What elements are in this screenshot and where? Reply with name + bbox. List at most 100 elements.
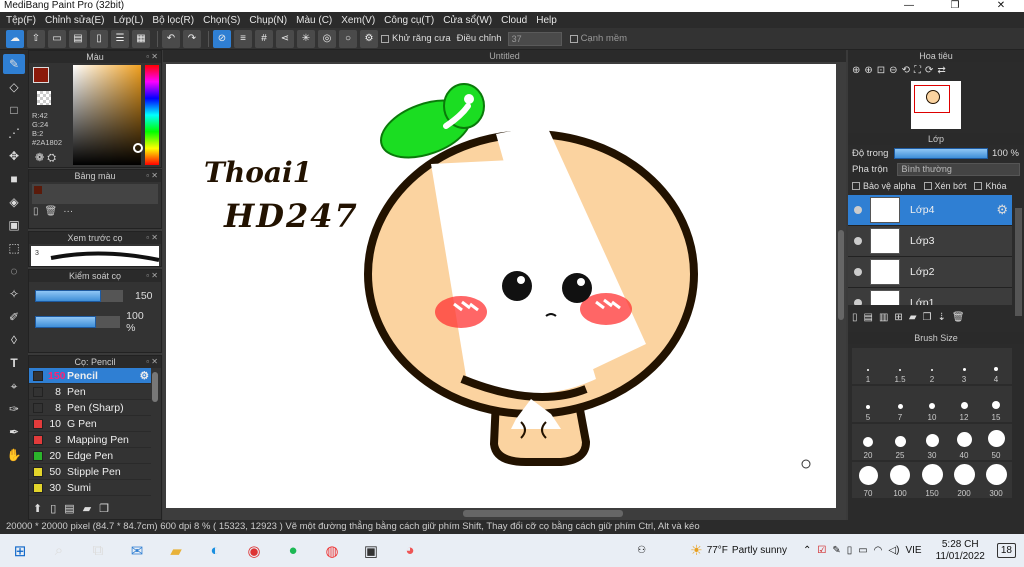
brush-opacity-slider[interactable] (35, 316, 121, 328)
folder-icon[interactable]: ▰ (909, 312, 917, 323)
visibility-icon[interactable] (854, 206, 862, 214)
copy-brush-icon[interactable]: ❐ (99, 502, 109, 515)
menu-filter[interactable]: Bộ lọc(R) (152, 15, 194, 26)
edge-browser-icon[interactable]: ◐ (201, 537, 229, 565)
brush-size-option[interactable]: 12 (948, 386, 980, 422)
color-saturation-picker[interactable] (73, 65, 143, 165)
lasso-tool-icon[interactable]: ◌ (3, 261, 25, 281)
brush-item-g-pen[interactable]: 10 G Pen (29, 416, 151, 432)
brush-item-pencil[interactable]: 150 Pencil ⚙ (29, 368, 151, 384)
app-tray-icon[interactable]: ☑ (817, 545, 826, 556)
panel-close-icon[interactable]: ▫ ✕ (146, 51, 158, 63)
people-icon[interactable]: ⚇ (637, 545, 646, 556)
add-layer-menu-icon[interactable]: ⊞ (894, 312, 902, 323)
language-indicator[interactable]: VIE (905, 545, 921, 556)
notification-badge[interactable]: 18 (996, 543, 1016, 558)
brush-size-option[interactable]: 10 (916, 386, 948, 422)
radial-snap-icon[interactable]: ✳ (297, 29, 315, 48)
weather-icon[interactable]: ☀ (690, 542, 703, 559)
vertical-scrollbar[interactable] (838, 230, 844, 320)
eyedropper-tool-icon[interactable]: ✑ (3, 399, 25, 419)
hue-slider[interactable] (145, 65, 159, 165)
zoom-out-icon[interactable]: ⊖ (889, 65, 897, 76)
message-icon[interactable]: ▤ (69, 29, 87, 48)
zoom-in-icon[interactable]: ⊕ (864, 65, 872, 76)
weather-temp[interactable]: 77°F (707, 545, 728, 556)
brush-size-option[interactable]: 7 (884, 386, 916, 422)
new-layer-icon[interactable]: ▯ (852, 312, 858, 323)
menu-cloud[interactable]: Cloud (501, 15, 527, 26)
brush-size-option[interactable]: 1.5 (884, 348, 916, 384)
cloud-icon[interactable]: ☁ (6, 29, 24, 48)
snap-off-icon[interactable]: ⊘ (213, 29, 231, 48)
operation-tool-icon[interactable]: ⌖ (3, 376, 25, 396)
list-icon[interactable]: ☰ (111, 29, 129, 48)
brush-item-sumi[interactable]: 30 Sumi (29, 480, 151, 496)
file-explorer-icon[interactable]: ▰ (162, 537, 190, 565)
rotate-right-icon[interactable]: ⟳ (925, 65, 933, 76)
move-tool-icon[interactable]: ✥ (3, 146, 25, 166)
brush-size-option[interactable]: 100 (884, 462, 916, 498)
brush-size-slider[interactable] (35, 290, 123, 302)
panel-close-icon[interactable]: ▫ ✕ (146, 356, 158, 368)
layer-opacity-slider[interactable] (894, 148, 988, 159)
brush-size-option[interactable]: 25 (884, 424, 916, 460)
add-brush-icon[interactable]: ⬆ (33, 502, 42, 515)
palette-more[interactable]: ··· (63, 206, 73, 217)
spotify-icon[interactable]: ● (279, 537, 307, 565)
brush-size-option[interactable]: 40 (948, 424, 980, 460)
brush-size-option[interactable]: 300 (980, 462, 1012, 498)
adjust-input[interactable]: 37 (507, 31, 562, 46)
clock[interactable]: 5:28 CH 11/01/2022 (936, 539, 985, 563)
delete-layer-icon[interactable]: 🗑 (952, 312, 965, 323)
edge-checkbox[interactable] (569, 34, 578, 43)
merge-layer-icon[interactable]: ⇣ (937, 312, 945, 323)
foreground-color-swatch[interactable] (33, 67, 49, 83)
rotate-icon[interactable]: ⟲ (902, 65, 910, 76)
parallel-snap-icon[interactable]: ≡ (234, 29, 252, 48)
menu-select[interactable]: Chọn(S) (203, 15, 240, 26)
brush-size-option[interactable]: 200 (948, 462, 980, 498)
menu-help[interactable]: Help (536, 15, 557, 26)
magic-wand-tool-icon[interactable]: ✧ (3, 284, 25, 304)
brush-size-option[interactable]: 20 (852, 424, 884, 460)
visibility-icon[interactable] (854, 268, 862, 276)
horizontal-scrollbar[interactable] (463, 510, 623, 517)
close-button[interactable]: ✕ (978, 0, 1024, 12)
layer-item[interactable]: Lớp3 (848, 226, 1012, 257)
brush-size-option[interactable]: 4 (980, 348, 1012, 384)
navigator-thumbnail[interactable] (911, 81, 961, 129)
menu-file[interactable]: Tệp(F) (6, 15, 36, 26)
menu-snap[interactable]: Chụp(N) (249, 15, 287, 26)
duplicate-layer-icon[interactable]: ❐ (923, 312, 932, 323)
medibang-icon[interactable]: ◕ (396, 537, 424, 565)
menu-tools[interactable]: Công cụ(T) (384, 15, 434, 26)
battery-icon[interactable]: ▭ (858, 545, 867, 556)
layer-scrollbar[interactable] (1015, 208, 1022, 316)
maximize-button[interactable]: ❐ (932, 0, 978, 12)
folder-icon[interactable]: ▰ (83, 502, 91, 515)
windows-start-icon[interactable]: ⊞ (6, 537, 34, 565)
select-eraser-tool-icon[interactable]: ◊ (3, 330, 25, 350)
brush-size-option[interactable]: 50 (980, 424, 1012, 460)
brush-item-edge-pen[interactable]: 20 Edge Pen (29, 448, 151, 464)
task-view-icon[interactable]: ⧉ (84, 537, 112, 565)
brush-size-option[interactable]: 1 (852, 348, 884, 384)
panel-close-icon[interactable]: ▫ ✕ (146, 232, 158, 244)
brush-size-option[interactable]: 70 (852, 462, 884, 498)
blend-mode-select[interactable]: Bình thường (897, 163, 1020, 176)
select-tool-icon[interactable]: ⬚ (3, 238, 25, 258)
gear-icon[interactable]: ⚙ (996, 202, 1008, 218)
antialias-checkbox[interactable] (381, 34, 389, 43)
panel-close-icon[interactable]: ▫ ✕ (146, 170, 158, 182)
pen-tool-icon[interactable]: ✒ (3, 422, 25, 442)
brush-size-option[interactable]: 5 (852, 386, 884, 422)
menu-color[interactable]: Màu (C) (296, 15, 332, 26)
bucket-tool-icon[interactable]: ◈ (3, 192, 25, 212)
brush-size-option[interactable]: 150 (916, 462, 948, 498)
brush-item-pen[interactable]: 8 Pen (29, 384, 151, 400)
fit-icon[interactable]: ⊡ (877, 65, 885, 76)
rectangle-tool-icon[interactable]: □ (3, 100, 25, 120)
new-brush-icon[interactable]: ▯ (50, 502, 56, 515)
fullscreen-icon[interactable]: ⛶ (914, 65, 921, 76)
